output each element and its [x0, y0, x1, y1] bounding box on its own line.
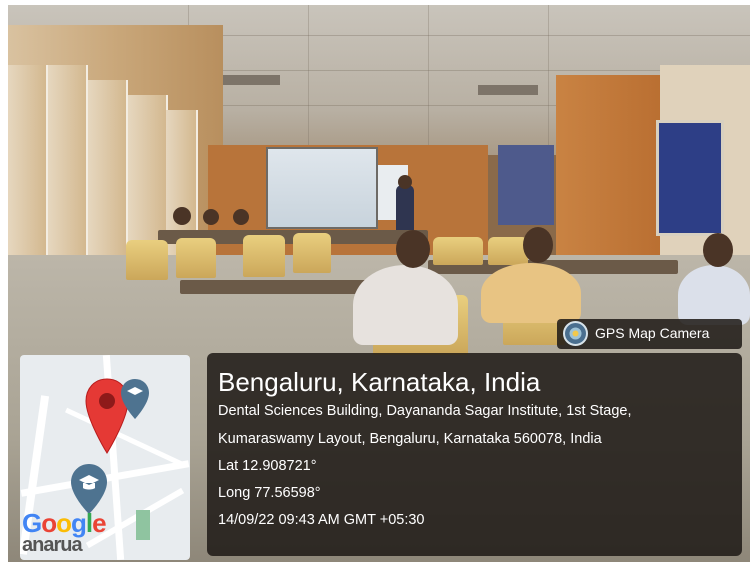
student [481, 263, 581, 323]
window [656, 120, 724, 236]
table [180, 280, 370, 294]
address-line-2: Kumaraswamy Layout, Bengaluru, Karnataka… [218, 431, 602, 447]
chair [243, 235, 285, 277]
ceiling-grid [548, 5, 549, 155]
presenter-head [398, 175, 412, 189]
window-blind [48, 65, 88, 275]
latitude: Lat 12.908721° [218, 458, 317, 474]
student-head [233, 209, 249, 225]
student-head [703, 233, 733, 267]
student-head [523, 227, 553, 263]
ceiling-vent [220, 75, 280, 85]
timestamp: 14/09/22 09:43 AM GMT +05:30 [218, 512, 425, 528]
app-name: GPS Map Camera [595, 325, 710, 341]
ceiling-vent [478, 85, 538, 95]
student-head [173, 207, 191, 225]
gps-camera-icon [563, 321, 588, 346]
ceiling-grid [308, 5, 309, 155]
window-blind [88, 80, 128, 270]
student-head [396, 230, 430, 268]
ceiling-grid [428, 5, 429, 155]
map-label: anarua [22, 534, 83, 556]
projector-screen [266, 147, 378, 229]
chair [488, 237, 528, 265]
chair [126, 240, 168, 280]
window-blind [8, 65, 48, 275]
student [353, 265, 458, 345]
chair [176, 238, 216, 278]
student-head [203, 209, 219, 225]
student [678, 265, 750, 325]
park-area [136, 510, 150, 540]
chair [293, 233, 331, 273]
location-title: Bengaluru, Karnataka, India [218, 367, 541, 397]
address-line-1: Dental Sciences Building, Dayananda Saga… [218, 403, 632, 419]
window [498, 145, 554, 225]
chair [433, 237, 483, 265]
graduation-cap-icon [120, 378, 150, 425]
longitude: Long 77.56598° [218, 485, 321, 501]
